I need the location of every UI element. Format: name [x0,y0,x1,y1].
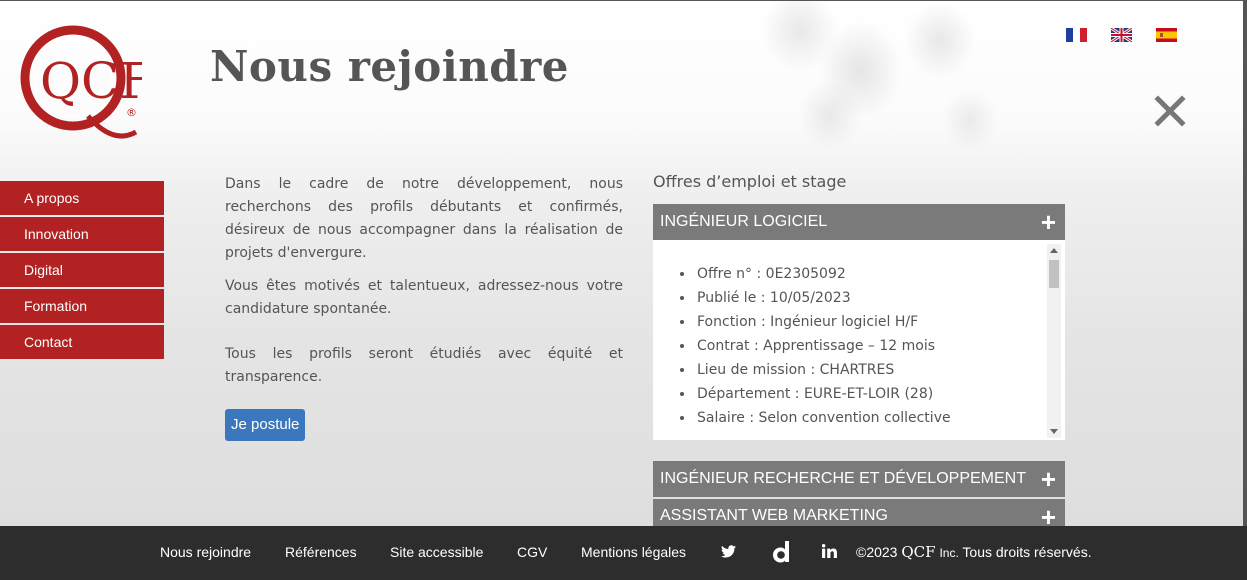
flag-es-icon[interactable] [1156,28,1177,42]
copyright-inc: Inc. [939,546,959,560]
sidebar-item-digital[interactable]: Digital [0,253,164,287]
copyright-rights: Tous droits réservés. [962,544,1092,560]
copyright-brand: QCF [901,543,936,561]
list-item: Offre n° : 0E2305092 [695,262,951,286]
window-border-right [1243,0,1247,526]
list-item: Salaire : Selon convention collective [695,406,951,430]
flag-fr-icon[interactable] [1066,28,1087,42]
language-switcher [1066,28,1177,42]
sidebar-item-a-propos[interactable]: A propos [0,181,164,215]
copyright: ©2023 QCF Inc. Tous droits réservés. [856,543,1092,561]
intro-paragraph: Dans le cadre de notre développement, no… [225,176,623,261]
dailymotion-icon[interactable] [772,541,790,563]
flag-uk-icon[interactable] [1111,28,1132,42]
accordion-title: ASSISTANT WEB MARKETING [660,507,888,524]
accordion-title: INGÉNIEUR RECHERCHE ET DÉVELOPPEMENT [660,470,1026,487]
scrollbar-thumb[interactable] [1049,260,1059,288]
intro-paragraph: Tous les profils seront étudiés avec équ… [225,346,623,385]
footer-link-mentions-legales[interactable]: Mentions légales [581,544,686,560]
copyright-year: ©2023 [856,544,898,560]
list-item: Lieu de mission : CHARTRES [695,358,951,382]
side-navigation: A propos Innovation Digital Formation Co… [0,181,164,361]
footer-link-references[interactable]: Références [285,544,357,560]
expand-icon[interactable]: + [1041,461,1056,497]
registered-mark: ® [126,106,137,119]
logo-text: QCF [40,52,142,110]
sidebar-item-contact[interactable]: Contact [0,325,164,359]
offers-heading: Offres d’emploi et stage [653,172,847,191]
footer-link-cgv[interactable]: CGV [517,544,547,560]
qcf-logo[interactable]: QCF ® [18,20,154,148]
scroll-up-arrow-icon[interactable] [1050,248,1058,253]
list-item: Fonction : Ingénieur logiciel H/F [695,310,951,334]
list-item: Publié le : 10/05/2023 [695,286,951,310]
page-title: Nous rejoindre [210,42,569,91]
footer-link-nous-rejoindre[interactable]: Nous rejoindre [160,544,251,560]
accordion-header-assistant-web-marketing[interactable]: ASSISTANT WEB MARKETING + [653,499,1065,526]
linkedin-icon[interactable] [822,544,837,558]
footer-link-site-accessible[interactable]: Site accessible [390,544,483,560]
sidebar-item-formation[interactable]: Formation [0,289,164,323]
list-item: Département : EURE-ET-LOIR (28) [695,382,951,406]
expand-icon[interactable]: + [1041,204,1056,240]
accordion-header-ingenieur-logiciel[interactable]: INGÉNIEUR LOGICIEL + [653,204,1065,240]
intro-text: Dans le cadre de notre développement, no… [225,173,623,399]
apply-button[interactable]: Je postule [225,409,306,441]
panel-scrollbar[interactable] [1047,244,1061,438]
accordion-header-ingenieur-rd[interactable]: INGÉNIEUR RECHERCHE ET DÉVELOPPEMENT + [653,461,1065,497]
footer: Nous rejoindre Références Site accessibl… [0,526,1247,580]
intro-paragraph: Vous êtes motivés et talentueux, adresse… [225,278,623,317]
sidebar-item-innovation[interactable]: Innovation [0,217,164,251]
job-details-list: Offre n° : 0E2305092 Publié le : 10/05/2… [695,262,951,430]
expand-icon[interactable]: + [1041,499,1056,526]
accordion-title: INGÉNIEUR LOGICIEL [660,213,828,230]
list-item: Contrat : Apprentissage – 12 mois [695,334,951,358]
accordion-panel-ingenieur-logiciel: Offre n° : 0E2305092 Publié le : 10/05/2… [653,240,1065,440]
window-border-top [0,0,1247,1]
twitter-icon[interactable] [721,545,736,558]
scroll-down-arrow-icon[interactable] [1050,429,1058,434]
close-icon[interactable] [1153,94,1187,128]
